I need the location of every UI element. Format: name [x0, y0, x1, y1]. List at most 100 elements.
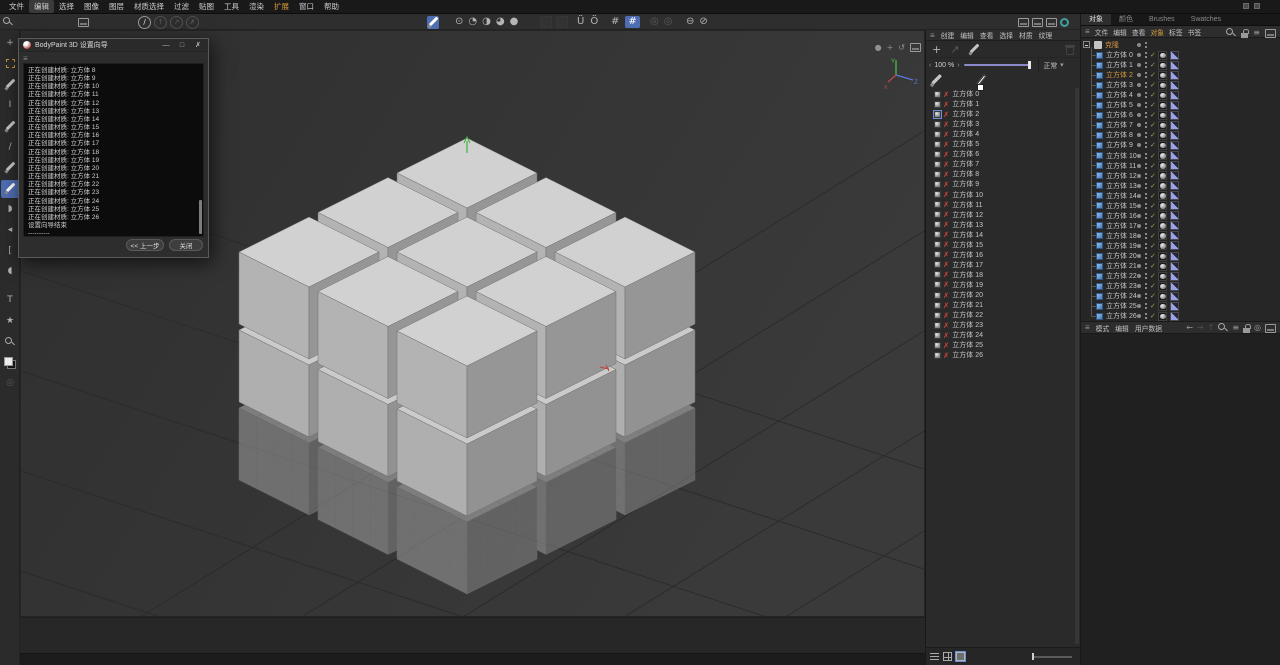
visibility-dot[interactable]: [1137, 123, 1141, 127]
lasso-tool[interactable]: [1, 76, 19, 94]
raybrush-a-icon[interactable]: ◎: [650, 17, 659, 27]
viewport-maximize-icon[interactable]: [910, 43, 921, 52]
material-row[interactable]: ✗立方体 13: [926, 220, 1072, 230]
phong-tag-icon[interactable]: [1170, 161, 1179, 170]
paint-cancel-icon[interactable]: ✗: [186, 16, 199, 29]
enable-check-icon[interactable]: ✓: [1150, 222, 1156, 230]
menubar-item-1[interactable]: 编辑: [29, 0, 54, 13]
remove-material-icon[interactable]: ✗: [943, 321, 949, 330]
delete-material-icon[interactable]: [1066, 47, 1074, 55]
material-row[interactable]: ✗立方体 4: [926, 129, 1072, 139]
object-row[interactable]: 立方体 1✓: [1081, 60, 1277, 70]
visibility-dot[interactable]: [1137, 224, 1141, 228]
menubar-item-2[interactable]: 选择: [54, 0, 79, 13]
parent-up-icon[interactable]: ↑: [1208, 324, 1215, 332]
object-row[interactable]: 立方体 8✓: [1081, 130, 1277, 140]
texture-tag-icon[interactable]: [1158, 262, 1167, 271]
material-row[interactable]: ✗立方体 14: [926, 230, 1072, 240]
texture-tag-icon[interactable]: [1158, 51, 1167, 60]
camera-rotate-icon[interactable]: ↺: [898, 43, 905, 52]
menubar-item-9[interactable]: 渲染: [244, 0, 269, 13]
phong-tag-icon[interactable]: [1170, 141, 1179, 150]
material-row[interactable]: ✗立方体 23: [926, 320, 1072, 330]
texture-tag-icon[interactable]: [1158, 161, 1167, 170]
paint-sphere-icon[interactable]: ◕: [496, 17, 505, 27]
star-tool[interactable]: ★: [1, 312, 19, 330]
visibility-dots[interactable]: [1145, 112, 1147, 114]
phong-tag-icon[interactable]: [1170, 211, 1179, 220]
minimize-icon[interactable]: —: [160, 42, 172, 49]
visibility-dots[interactable]: [1145, 183, 1147, 185]
edit-view-icon[interactable]: [1265, 29, 1276, 38]
object-menu-item-0[interactable]: 文件: [1095, 27, 1109, 37]
phong-tag-icon[interactable]: [1170, 81, 1179, 90]
object-row[interactable]: 立方体 18✓: [1081, 231, 1277, 241]
object-row[interactable]: 立方体 13✓: [1081, 181, 1277, 191]
select-tool[interactable]: +: [1, 34, 19, 52]
brush-tool-icon[interactable]: [929, 73, 942, 87]
remove-material-icon[interactable]: ✗: [943, 160, 949, 169]
enable-check-icon[interactable]: ✓: [1150, 111, 1156, 119]
visibility-dot[interactable]: [1137, 234, 1141, 238]
phong-tag-icon[interactable]: [1170, 191, 1179, 200]
maximize-icon[interactable]: □: [176, 42, 188, 49]
enable-check-icon[interactable]: ✓: [1150, 292, 1156, 300]
attribute-menu-item-1[interactable]: 编辑: [1115, 323, 1129, 333]
menubar-item-12[interactable]: 帮助: [319, 0, 344, 13]
enable-check-icon[interactable]: ✓: [1150, 282, 1156, 290]
enable-check-icon[interactable]: ✓: [1150, 121, 1156, 129]
materials-menu-item-3[interactable]: 选择: [999, 30, 1013, 40]
phong-tag-icon[interactable]: [1170, 131, 1179, 140]
enable-check-icon[interactable]: ✓: [1150, 162, 1156, 170]
phong-tag-icon[interactable]: [1170, 91, 1179, 100]
edit-material-icon[interactable]: [968, 43, 980, 56]
remove-material-icon[interactable]: ✗: [943, 280, 949, 289]
eraser-tool[interactable]: [1, 159, 19, 177]
thumbnail-size-handle[interactable]: [1032, 653, 1034, 660]
color-picker-tool[interactable]: ◎: [1, 375, 19, 393]
remove-material-icon[interactable]: ✗: [943, 230, 949, 239]
texture-tag-icon[interactable]: [1158, 292, 1167, 301]
phong-tag-icon[interactable]: [1170, 262, 1179, 271]
visibility-dot[interactable]: [1137, 184, 1141, 188]
materials-menu-item-4[interactable]: 材质: [1019, 30, 1033, 40]
remove-material-icon[interactable]: ✗: [943, 210, 949, 219]
apply-material-icon[interactable]: ↗: [950, 44, 959, 55]
sculpt-tool[interactable]: ◖: [1, 263, 19, 281]
visibility-dots[interactable]: [1145, 142, 1147, 144]
enable-check-icon[interactable]: ✓: [1150, 152, 1156, 160]
phong-tag-icon[interactable]: [1170, 231, 1179, 240]
object-row[interactable]: 立方体 14✓: [1081, 191, 1277, 201]
text-tool[interactable]: T: [1, 292, 19, 310]
object-row[interactable]: 立方体 20✓: [1081, 251, 1277, 261]
tab-3[interactable]: Swatches: [1183, 14, 1229, 25]
texture-tag-icon[interactable]: [1158, 71, 1167, 80]
material-row[interactable]: ✗立方体 21: [926, 300, 1072, 310]
texture-tag-icon[interactable]: [1158, 61, 1167, 70]
visibility-dot[interactable]: [1137, 113, 1141, 117]
visibility-dot[interactable]: [1137, 73, 1141, 77]
texture-tag-icon[interactable]: [1158, 302, 1167, 311]
visibility-dots[interactable]: [1145, 303, 1147, 305]
lock-icon[interactable]: [1243, 324, 1250, 333]
phong-tag-icon[interactable]: [1170, 171, 1179, 180]
enable-check-icon[interactable]: ✓: [1150, 71, 1156, 79]
remove-material-icon[interactable]: ✗: [943, 351, 949, 360]
visibility-dot[interactable]: [1137, 174, 1141, 178]
object-row[interactable]: 立方体 21✓: [1081, 261, 1277, 271]
remove-material-icon[interactable]: ✗: [943, 170, 949, 179]
visibility-dots[interactable]: [1145, 42, 1147, 44]
remove-material-icon[interactable]: ✗: [943, 341, 949, 350]
texture-tag-icon[interactable]: [1158, 121, 1167, 130]
visibility-dot[interactable]: [1137, 264, 1141, 268]
remove-material-icon[interactable]: ✗: [943, 301, 949, 310]
visibility-dot[interactable]: [1137, 274, 1141, 278]
object-row-root[interactable]: 克隆: [1081, 40, 1277, 50]
object-row[interactable]: 立方体 9✓: [1081, 140, 1277, 150]
uv-edit-icon[interactable]: Ö: [590, 17, 598, 27]
texture-tag-icon[interactable]: [1158, 312, 1167, 321]
texture-tag-icon[interactable]: [1158, 111, 1167, 120]
visibility-dots[interactable]: [1145, 92, 1147, 94]
material-row[interactable]: ✗立方体 5: [926, 139, 1072, 149]
visibility-dots[interactable]: [1145, 72, 1147, 74]
